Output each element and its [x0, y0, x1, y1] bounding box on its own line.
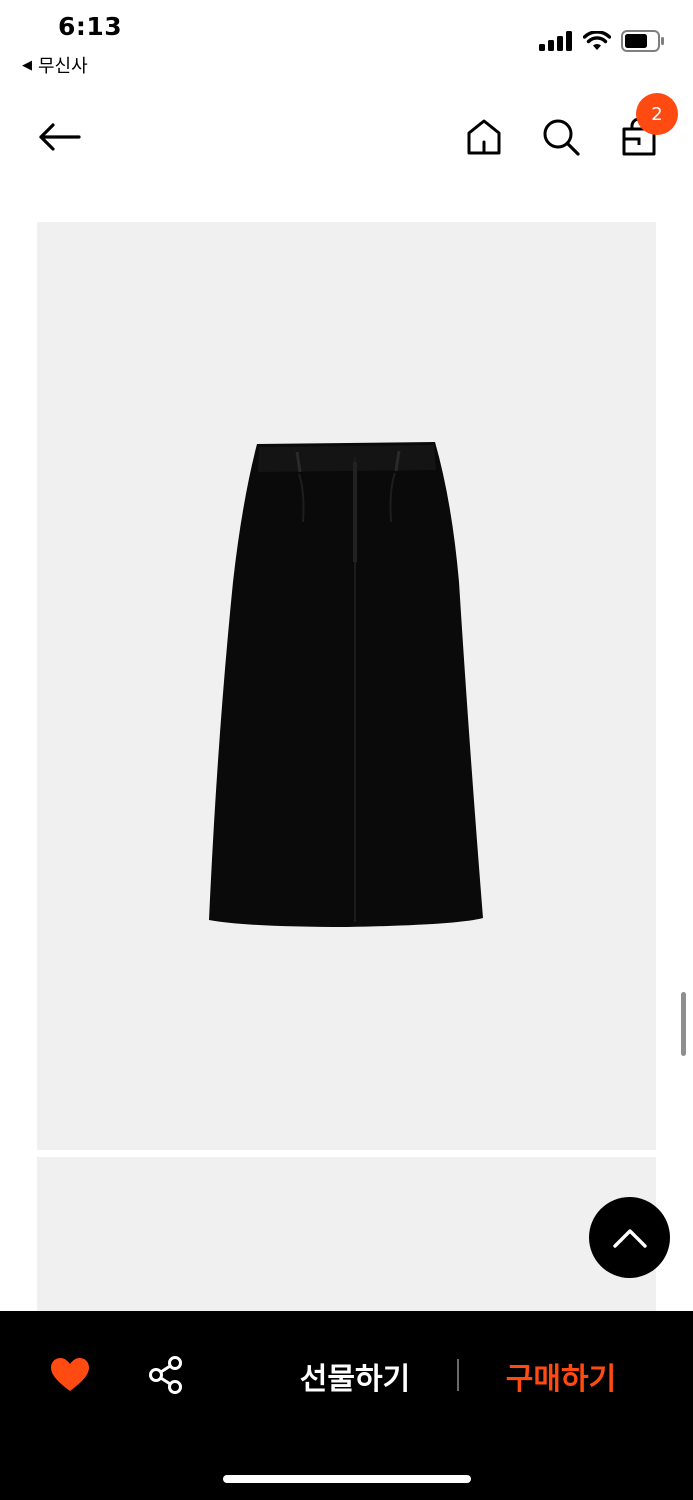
home-indicator	[223, 1475, 471, 1483]
back-to-app-link[interactable]: ◀ 무신사	[22, 52, 88, 78]
battery-icon	[621, 30, 664, 52]
share-icon	[149, 1356, 182, 1394]
status-icons	[539, 30, 665, 52]
back-triangle-icon: ◀	[22, 57, 32, 73]
product-image-secondary[interactable]	[37, 1157, 656, 1327]
arrow-left-icon	[39, 123, 81, 151]
product-image[interactable]	[37, 222, 656, 1150]
cart-count-badge: 2	[636, 93, 678, 135]
heart-icon	[51, 1358, 89, 1391]
search-button[interactable]	[537, 113, 585, 161]
signal-bars-icon	[539, 31, 572, 51]
search-icon	[543, 119, 580, 156]
status-time: 6:13	[58, 12, 123, 41]
status-bar: 6:13 ◀ 무신사	[0, 0, 693, 80]
share-button[interactable]	[142, 1351, 190, 1399]
gift-button[interactable]: 선물하기	[280, 1351, 430, 1401]
buy-button[interactable]: 구매하기	[486, 1351, 636, 1401]
like-button[interactable]	[46, 1351, 94, 1399]
wifi-icon	[583, 31, 611, 50]
back-button[interactable]	[35, 113, 83, 161]
black-midi-skirt-image	[209, 442, 483, 927]
scroll-to-top-button[interactable]	[589, 1197, 670, 1278]
button-divider	[457, 1359, 459, 1391]
chevron-up-icon	[612, 1228, 647, 1248]
back-app-label: 무신사	[38, 56, 88, 77]
top-nav-bar	[0, 95, 693, 180]
scrollbar-thumb[interactable]	[681, 992, 686, 1056]
home-button[interactable]	[460, 113, 508, 161]
home-icon	[467, 119, 501, 155]
bottom-action-bar: 선물하기 구매하기	[0, 1311, 693, 1500]
